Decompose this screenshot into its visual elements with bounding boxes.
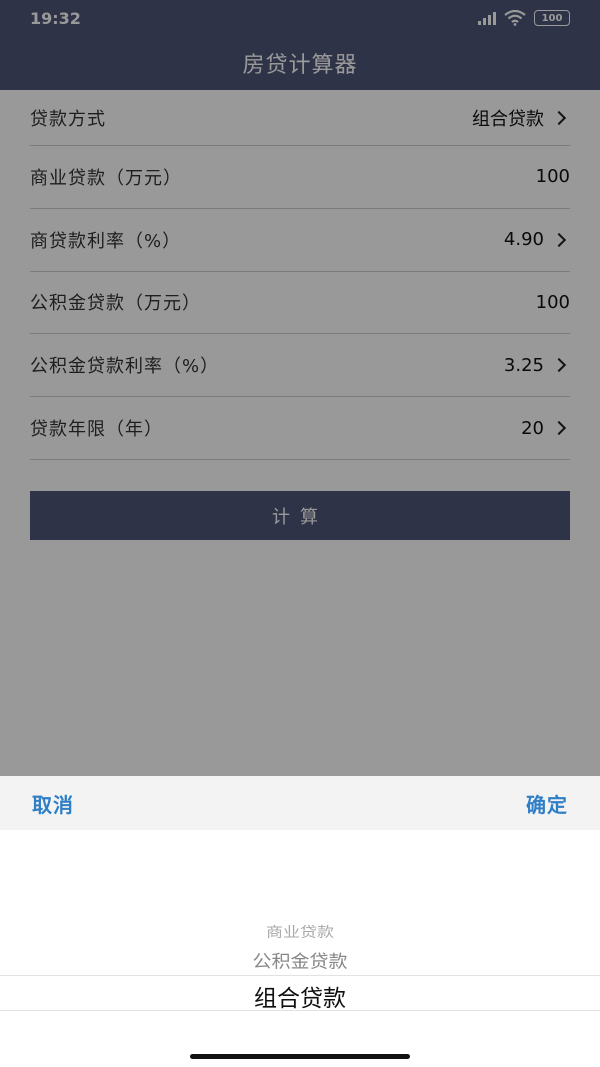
confirm-button[interactable]: 确定 [526,789,568,818]
picker-divider [0,975,600,976]
picker-option[interactable]: 商业贷款 [0,920,600,941]
picker-option-selected[interactable]: 组合贷款 [0,979,600,1013]
modal-overlay[interactable] [0,0,600,776]
home-indicator[interactable] [190,1054,410,1059]
picker-option[interactable]: 公积金贷款 [0,948,600,973]
picker-toolbar: 取消 确定 [0,776,600,830]
picker-sheet: 取消 确定 商业贷款 公积金贷款 组合贷款 [0,776,600,1067]
cancel-button[interactable]: 取消 [32,789,74,818]
picker-wheel[interactable]: 商业贷款 公积金贷款 组合贷款 [0,830,600,1067]
picker-divider [0,1010,600,1011]
